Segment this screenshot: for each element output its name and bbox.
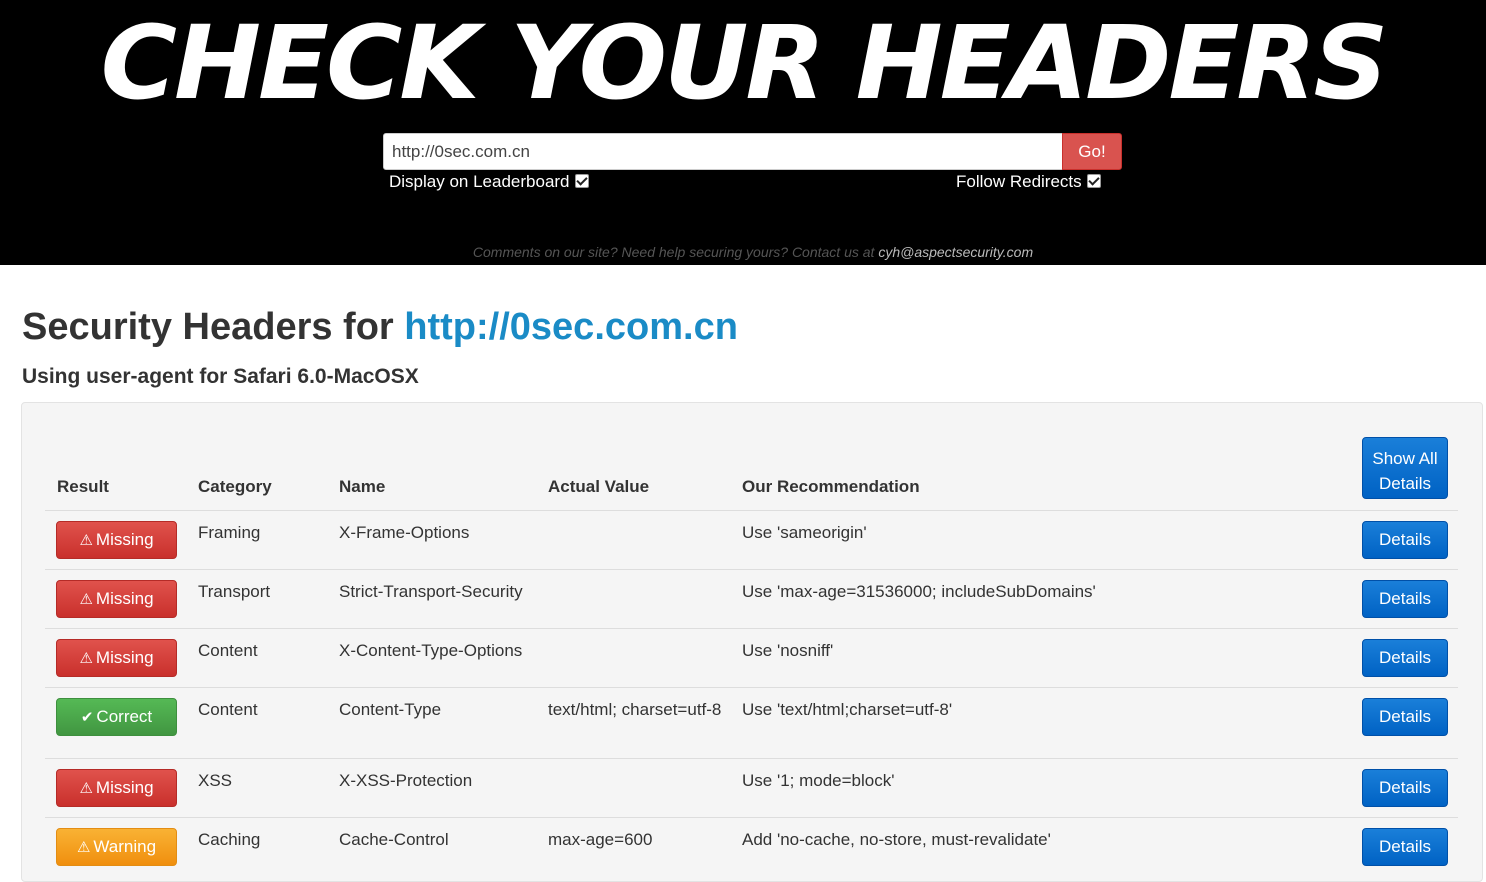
- site-header: CHECK YOUR HEADERS Go! Display on Leader…: [0, 0, 1486, 265]
- contact-line: Comments on our site? Need help securing…: [0, 244, 1486, 260]
- details-button[interactable]: Details: [1362, 521, 1448, 559]
- missing-badge[interactable]: ⚠ Missing: [56, 639, 177, 677]
- details-button[interactable]: Details: [1362, 698, 1448, 736]
- show-all-details-button[interactable]: Show All Details: [1362, 437, 1448, 499]
- category-cell: Transport: [198, 582, 271, 601]
- header-name-cell: Strict-Transport-Security: [339, 582, 523, 601]
- title-url-link[interactable]: http://0sec.com.cn: [404, 306, 738, 348]
- row-divider: [45, 758, 1458, 759]
- recommendation-cell: Use 'sameorigin': [742, 523, 867, 542]
- row-divider: [45, 687, 1458, 688]
- leaderboard-option: Display on Leaderboard: [389, 172, 589, 192]
- recommendation-cell: Use 'text/html;charset=utf-8': [742, 700, 953, 719]
- go-button[interactable]: Go!: [1062, 133, 1122, 170]
- row-divider: [45, 510, 1458, 511]
- warning-badge[interactable]: ⚠ Warning: [56, 828, 177, 866]
- row-divider: [45, 569, 1458, 570]
- actual-value-cell: text/html; charset=utf-8: [548, 700, 722, 719]
- warning-triangle-icon: ⚠: [79, 532, 93, 549]
- recommendation-cell: Use '1; mode=block': [742, 771, 895, 790]
- badge-label: Missing: [95, 530, 154, 549]
- details-button[interactable]: Details: [1362, 639, 1448, 677]
- checkmark-icon: ✔: [80, 709, 94, 726]
- category-cell: XSS: [198, 771, 233, 790]
- header-name-cell: Content-Type: [339, 700, 442, 719]
- redirects-checkbox[interactable]: [1086, 174, 1101, 188]
- recommendation-cell: Add 'no-cache, no-store, must-revalidate…: [742, 830, 1051, 849]
- leaderboard-checkbox[interactable]: [574, 174, 589, 188]
- warning-triangle-icon: ⚠: [79, 780, 93, 797]
- header-name-cell: X-Content-Type-Options: [339, 641, 523, 660]
- details-button[interactable]: Details: [1362, 769, 1448, 807]
- badge-label: Missing: [95, 648, 154, 667]
- details-button[interactable]: Details: [1362, 828, 1448, 866]
- leaderboard-label: Display on Leaderboard: [389, 172, 570, 191]
- warning-triangle-icon: ⚠: [76, 839, 91, 856]
- header-name-cell: X-XSS-Protection: [339, 771, 473, 790]
- column-header-actual-value: Actual Value: [548, 477, 650, 496]
- redirects-option: Follow Redirects: [956, 172, 1101, 192]
- category-cell: Framing: [198, 523, 261, 542]
- row-divider: [45, 628, 1458, 629]
- correct-badge[interactable]: ✔ Correct: [56, 698, 177, 736]
- badge-label: Missing: [95, 778, 154, 797]
- missing-badge[interactable]: ⚠ Missing: [56, 580, 177, 618]
- url-input[interactable]: [383, 133, 1063, 170]
- missing-badge[interactable]: ⚠ Missing: [56, 521, 177, 559]
- page-title: Security Headers for http://0sec.com.cn: [22, 304, 738, 350]
- actual-value-cell: max-age=600: [548, 830, 653, 849]
- column-header-result: Result: [57, 477, 109, 496]
- page-subtitle: Using user-agent for Safari 6.0-MacOSX: [22, 365, 419, 388]
- column-header-recommendation: Our Recommendation: [742, 477, 920, 496]
- contact-text: Comments on our site? Need help securing…: [472, 244, 875, 260]
- badge-label: Correct: [96, 707, 153, 726]
- recommendation-cell: Use 'max-age=31536000; includeSubDomains…: [742, 582, 1096, 601]
- header-name-cell: Cache-Control: [339, 830, 449, 849]
- missing-badge[interactable]: ⚠ Missing: [56, 769, 177, 807]
- header-name-cell: X-Frame-Options: [339, 523, 470, 542]
- column-header-name: Name: [339, 477, 386, 496]
- badge-label: Warning: [93, 837, 157, 856]
- category-cell: Caching: [198, 830, 261, 849]
- row-divider: [45, 817, 1458, 818]
- category-cell: Content: [198, 700, 258, 719]
- recommendation-cell: Use 'nosniff': [742, 641, 834, 660]
- contact-email-link[interactable]: cyh@aspectsecurity.com: [878, 244, 1033, 260]
- warning-triangle-icon: ⚠: [79, 591, 93, 608]
- title-prefix: Security Headers for: [22, 306, 394, 348]
- details-button[interactable]: Details: [1362, 580, 1448, 618]
- warning-triangle-icon: ⚠: [79, 650, 93, 667]
- url-search-form: Go!: [383, 133, 1122, 170]
- redirects-label: Follow Redirects: [956, 172, 1082, 191]
- category-cell: Content: [198, 641, 258, 660]
- site-logo: CHECK YOUR HEADERS: [100, 4, 1389, 123]
- badge-label: Missing: [95, 589, 154, 608]
- column-header-category: Category: [198, 477, 272, 496]
